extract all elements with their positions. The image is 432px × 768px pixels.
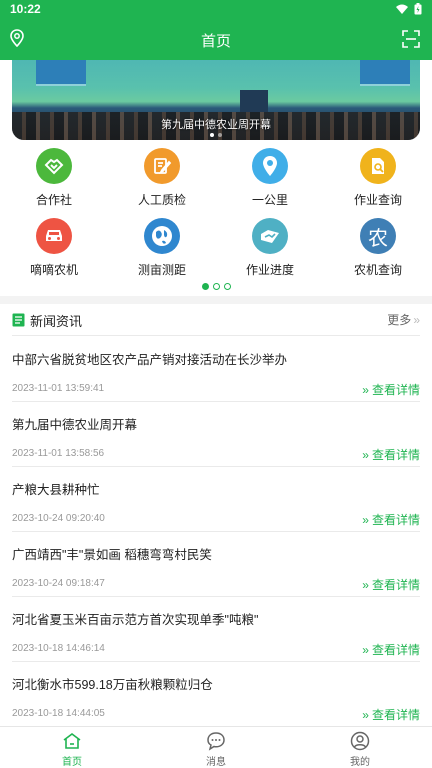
- feature-label: 嘀嘀农机: [29, 263, 78, 277]
- feature-label: 一公里: [251, 193, 288, 207]
- news-section-title: 新闻资讯: [30, 314, 83, 329]
- feature-label: 人工质检: [137, 193, 186, 207]
- map-pin-icon: [252, 148, 288, 184]
- news-detail-link[interactable]: » 查看详情: [362, 576, 420, 593]
- feature-label: 测亩测距: [137, 263, 186, 277]
- clipboard-edit-icon: [144, 148, 180, 184]
- double-chevron-right-icon: »: [413, 313, 420, 327]
- news-title: 广西靖西"丰"景如画 稻穗弯弯村民笑: [12, 548, 212, 562]
- double-chevron-right-icon: »: [362, 513, 369, 527]
- news-item[interactable]: 第九届中德农业周开幕 2023-11-01 13:58:56 » 查看详情: [12, 402, 420, 467]
- feature-label: 作业查询: [353, 193, 402, 207]
- map-chart-icon: [252, 218, 288, 254]
- double-chevron-right-icon: »: [362, 383, 369, 397]
- news-item[interactable]: 中部六省脱贫地区农产品产销对接活动在长沙举办 2023-11-01 13:59:…: [12, 337, 420, 402]
- news-item[interactable]: 产粮大县耕种忙 2023-10-24 09:20:40 » 查看详情: [12, 467, 420, 532]
- nong-char-icon: 农: [360, 218, 396, 254]
- news-more-link[interactable]: 更多»: [387, 311, 420, 328]
- feature-label: 作业进度: [245, 263, 294, 277]
- battery-icon: [414, 3, 422, 15]
- car-icon: [36, 218, 72, 254]
- feature-cooperative[interactable]: 合作社: [0, 148, 108, 212]
- feature-label: 合作社: [35, 193, 72, 207]
- app-header: 首页: [0, 20, 432, 60]
- tab-home[interactable]: 首页: [0, 727, 144, 768]
- document-search-icon: [360, 148, 396, 184]
- system-icons: [396, 3, 422, 15]
- bottom-tab-bar: 首页 消息 我的: [0, 726, 432, 768]
- more-label: 更多: [387, 313, 412, 327]
- feature-measure[interactable]: 测亩测距: [108, 218, 216, 282]
- pager-dot[interactable]: [212, 283, 220, 290]
- message-icon: [144, 731, 288, 751]
- news-item[interactable]: 广西靖西"丰"景如画 稻穗弯弯村民笑 2023-10-24 09:18:47 »…: [12, 532, 420, 597]
- news-title: 产粮大县耕种忙: [12, 483, 100, 497]
- banner-screen-right: [360, 60, 410, 86]
- news-item[interactable]: 河北衡水市599.18万亩秋粮颗粒归仓 2023-10-18 14:44:05 …: [12, 662, 420, 727]
- scan-icon[interactable]: [402, 30, 420, 52]
- news-detail-link[interactable]: » 查看详情: [362, 641, 420, 658]
- globe-icon: [144, 218, 180, 254]
- news-title: 第九届中德农业周开幕: [12, 418, 138, 432]
- news-banner[interactable]: 第九届中德农业周开幕: [12, 60, 420, 140]
- pager-dot[interactable]: [223, 283, 231, 290]
- feature-quality-check[interactable]: 人工质检: [108, 148, 216, 212]
- news-date: 2023-10-18 14:46:14: [12, 643, 105, 654]
- news-detail-link[interactable]: » 查看详情: [362, 446, 420, 463]
- banner-dot: [210, 133, 214, 137]
- feature-pager: [0, 283, 432, 290]
- tab-profile[interactable]: 我的: [288, 727, 432, 768]
- news-date: 2023-11-01 13:59:41: [12, 383, 105, 394]
- feature-progress[interactable]: 作业进度: [216, 218, 324, 282]
- user-icon: [288, 731, 432, 751]
- news-title: 河北衡水市599.18万亩秋粮颗粒归仓: [12, 678, 213, 692]
- pager-dot[interactable]: [201, 283, 209, 290]
- news-date: 2023-11-01 13:58:56: [12, 448, 105, 459]
- tab-label: 首页: [62, 757, 82, 768]
- banner-indicator: [12, 133, 420, 137]
- news-title: 中部六省脱贫地区农产品产销对接活动在长沙举办: [12, 353, 288, 367]
- home-icon: [0, 731, 144, 751]
- news-detail-link[interactable]: » 查看详情: [362, 511, 420, 528]
- news-document-icon: [12, 312, 25, 331]
- news-date: 2023-10-18 14:44:05: [12, 708, 105, 719]
- tab-label: 我的: [350, 757, 370, 768]
- feature-didi-machinery[interactable]: 嘀嘀农机: [0, 218, 108, 282]
- banner-screen-left: [36, 60, 86, 86]
- double-chevron-right-icon: »: [362, 708, 369, 722]
- tab-messages[interactable]: 消息: [144, 727, 288, 768]
- page-title: 首页: [200, 33, 231, 50]
- status-bar: 10:22: [0, 0, 432, 20]
- news-detail-link[interactable]: » 查看详情: [362, 706, 420, 723]
- feature-one-km[interactable]: 一公里: [216, 148, 324, 212]
- banner-caption: 第九届中德农业周开幕: [161, 119, 271, 131]
- double-chevron-right-icon: »: [362, 448, 369, 462]
- banner-dot: [218, 133, 222, 137]
- section-divider: [0, 296, 432, 304]
- feature-label: 农机查询: [353, 263, 402, 277]
- news-title: 河北省夏玉米百亩示范方首次实现单季"吨粮": [12, 613, 259, 627]
- wifi-icon: [396, 4, 408, 14]
- news-date: 2023-10-24 09:20:40: [12, 513, 105, 524]
- news-item[interactable]: 河北省夏玉米百亩示范方首次实现单季"吨粮" 2023-10-18 14:46:1…: [12, 597, 420, 662]
- feature-work-query[interactable]: 作业查询: [324, 148, 432, 212]
- feature-machinery-query[interactable]: 农 农机查询: [324, 218, 432, 282]
- double-chevron-right-icon: »: [362, 578, 369, 592]
- news-detail-link[interactable]: » 查看详情: [362, 381, 420, 398]
- double-chevron-right-icon: »: [362, 643, 369, 657]
- tab-label: 消息: [206, 757, 226, 768]
- news-section-header: 新闻资讯 更多»: [12, 306, 420, 336]
- status-time: 10:22: [10, 2, 41, 16]
- banner-podium: [240, 90, 268, 112]
- handshake-icon: [36, 148, 72, 184]
- news-date: 2023-10-24 09:18:47: [12, 578, 105, 589]
